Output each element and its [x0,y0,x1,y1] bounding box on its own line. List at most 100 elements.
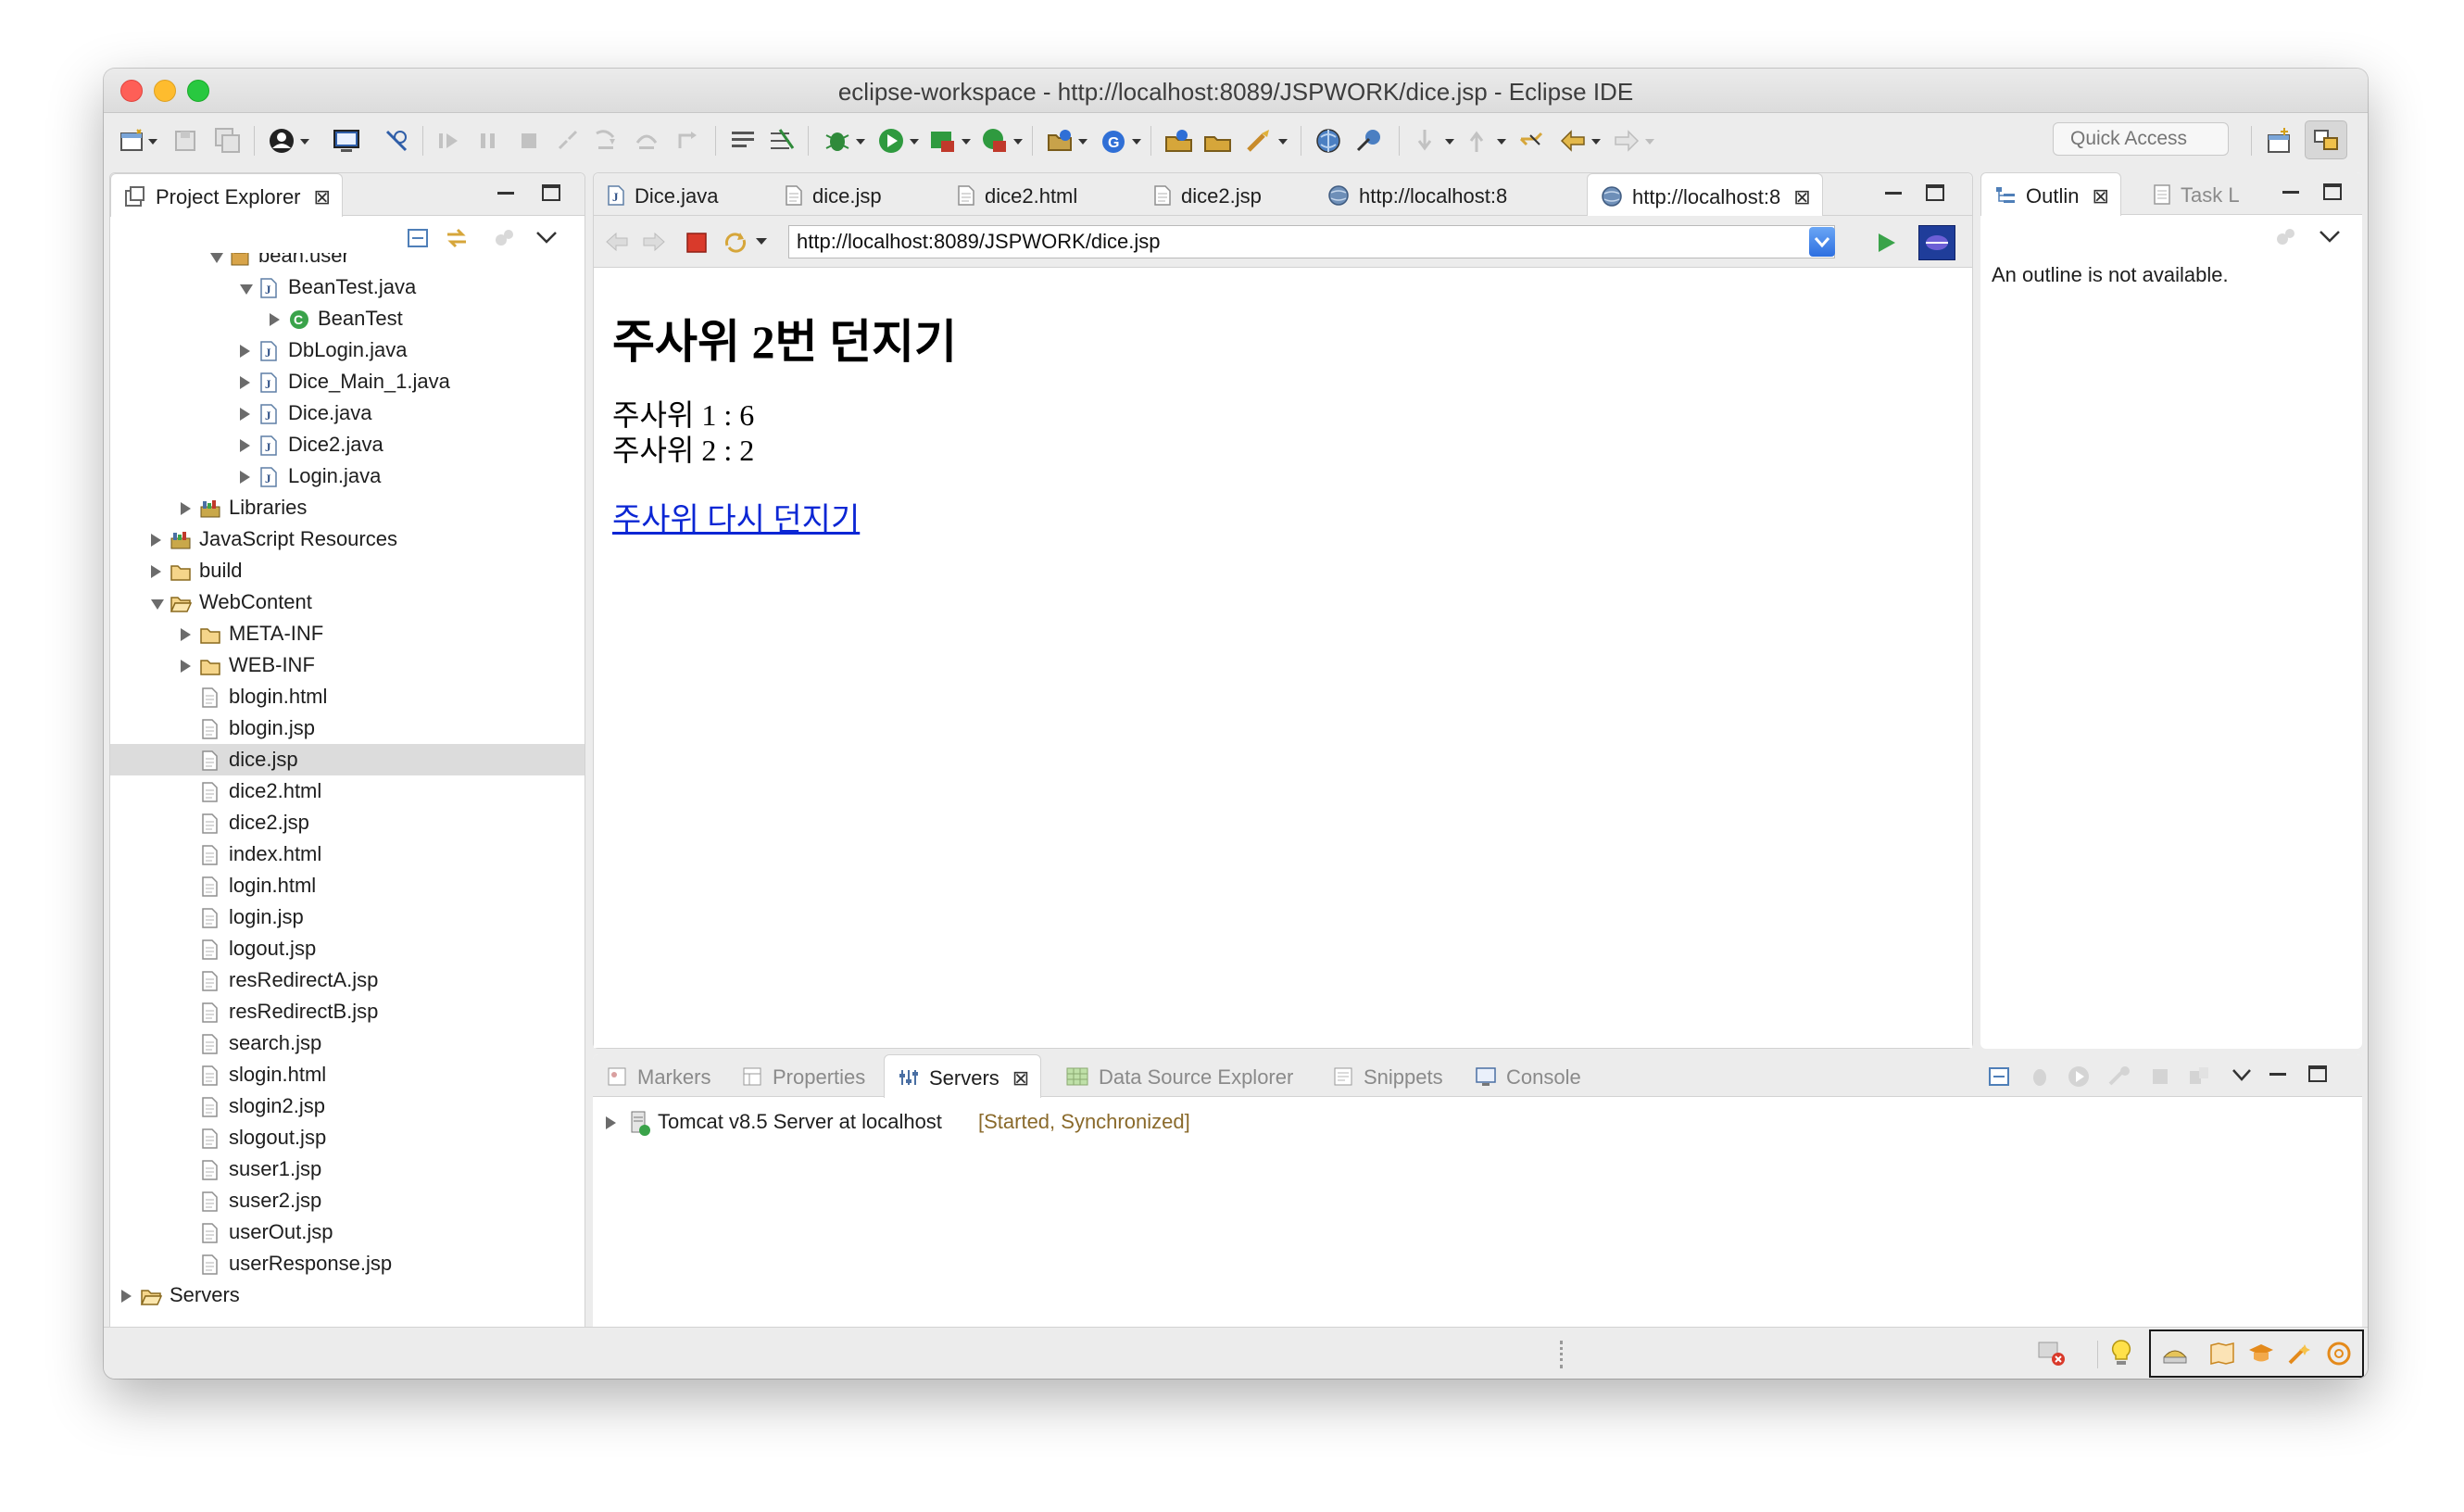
tree-item[interactable]: search.jsp [110,1027,585,1059]
url-history-dropdown[interactable] [1809,227,1835,257]
start-server-icon[interactable] [2066,1064,2092,1090]
tab-properties[interactable]: Properties [728,1054,876,1097]
tree-item[interactable]: J BeanTest.java [110,271,585,303]
debug-icon[interactable] [823,126,867,156]
roll-again-link[interactable]: 주사위 다시 던지기 [612,494,860,539]
tree-item[interactable]: J Dice2.java [110,429,585,460]
tab-dice-java[interactable]: J Dice.java [594,173,729,216]
tree-item[interactable]: blogin.jsp [110,712,585,744]
collapse-all-icon[interactable] [1986,1064,2012,1090]
expand-twisty[interactable] [240,471,250,484]
suspend-icon[interactable] [474,126,502,156]
save-all-icon[interactable] [213,126,243,156]
tree-item[interactable]: dice2.html [110,775,585,807]
go-icon[interactable] [1872,229,1900,257]
last-edit-location-icon[interactable] [1517,126,1549,156]
tree-item[interactable]: logout.jsp [110,933,585,964]
quick-access-input[interactable] [2053,122,2229,156]
debug-server-icon[interactable] [2027,1064,2053,1090]
minimize-view-button[interactable] [2269,1073,2286,1076]
run-icon[interactable] [876,126,921,156]
expand-twisty[interactable] [606,1116,616,1129]
maximize-view-button[interactable] [542,184,560,201]
whats-new-icon[interactable] [2286,1341,2314,1367]
refresh-icon[interactable] [722,227,749,257]
stop-icon[interactable] [685,231,709,255]
maximize-view-button[interactable] [2308,1065,2327,1082]
expand-twisty[interactable] [270,313,280,326]
close-tab-icon[interactable]: ⊠ [1793,185,1810,209]
tree-item[interactable]: META-INF [110,618,585,649]
new-icon[interactable] [119,126,159,156]
skip-breakpoints-icon[interactable] [382,126,411,156]
close-tab-icon[interactable]: ⊠ [1012,1066,1029,1090]
new-java-project-icon[interactable] [1045,126,1089,156]
toggle-markers-icon[interactable] [767,126,797,156]
link-with-editor-icon[interactable] [442,223,471,253]
run-external-tools-icon[interactable] [980,126,1025,156]
url-input[interactable] [788,225,1835,258]
tab-dice2-jsp[interactable]: dice2.jsp [1140,173,1273,216]
restore-icon[interactable] [2160,1341,2194,1367]
expand-twisty[interactable] [151,565,161,578]
save-icon[interactable] [172,126,198,156]
open-perspective-icon[interactable] [1354,126,1389,156]
minimize-view-button[interactable] [2282,191,2299,194]
tree-item[interactable]: Servers [110,1279,585,1311]
open-task-icon[interactable] [1202,126,1234,156]
back-icon[interactable] [603,229,631,255]
help-icon[interactable] [2325,1341,2353,1367]
collapse-twisty[interactable] [210,253,223,263]
expand-twisty[interactable] [181,660,191,673]
open-perspective-button-icon[interactable] [2264,126,2295,156]
collapse-all-icon[interactable] [405,225,431,251]
next-annotation-icon[interactable] [1412,126,1456,156]
resume-icon[interactable] [435,126,463,156]
terminal-icon[interactable] [332,126,361,156]
forward-icon[interactable] [640,229,668,255]
tree-item[interactable]: JavaScript Resources [110,523,585,555]
profile-server-icon[interactable] [2106,1064,2132,1090]
tree-item[interactable]: bean.user [110,253,585,271]
tab-task-list[interactable]: Task L [2140,172,2251,215]
tab-localhost-2[interactable]: http://localhost:8 ⊠ [1587,173,1823,217]
step-return-icon[interactable] [673,126,702,156]
tree-item[interactable]: Libraries [110,492,585,523]
tab-project-explorer[interactable]: Project Explorer ⊠ [110,173,343,217]
tree-item[interactable]: J Login.java [110,460,585,492]
tab-localhost-1[interactable]: http://localhost:8 [1314,173,1518,216]
expand-twisty[interactable] [181,502,191,515]
tree-item[interactable]: J DbLogin.java [110,334,585,366]
expand-twisty[interactable] [151,534,161,547]
tab-dice2-html[interactable]: dice2.html [944,173,1088,216]
lightbulb-icon[interactable] [2108,1337,2134,1368]
tree-item[interactable]: J Dice.java [110,397,585,429]
maximize-view-button[interactable] [1926,184,1944,201]
step-into-icon[interactable] [591,126,621,156]
disconnect-icon[interactable] [554,126,582,156]
expand-twisty[interactable] [240,408,250,421]
tree-item[interactable]: dice2.jsp [110,807,585,838]
tree-item[interactable]: dice.jsp [110,744,585,775]
tab-servers[interactable]: Servers ⊠ [884,1054,1042,1098]
terminate-icon[interactable] [515,126,543,156]
filters-icon[interactable] [2273,224,2299,250]
tree-item[interactable]: slogin.html [110,1059,585,1090]
expand-twisty[interactable] [121,1290,132,1303]
tree-item[interactable]: C BeanTest [110,303,585,334]
tree-item[interactable]: userResponse.jsp [110,1248,585,1279]
tab-outline[interactable]: Outlin ⊠ [1980,172,2121,216]
stop-server-icon[interactable] [2147,1064,2173,1090]
chevron-down-icon[interactable] [755,236,768,247]
expand-twisty[interactable] [240,376,250,389]
tree-item[interactable]: WebContent [110,586,585,618]
publish-server-icon[interactable] [2186,1064,2212,1090]
tree-item[interactable]: slogout.jsp [110,1122,585,1153]
overview-icon[interactable] [2208,1341,2236,1367]
tab-snippets[interactable]: Snippets [1319,1054,1454,1097]
expand-twisty[interactable] [240,345,250,358]
new-java-class-icon[interactable]: G [1099,126,1143,156]
maximize-view-button[interactable] [2323,183,2342,200]
collapse-twisty[interactable] [151,599,164,610]
close-tab-icon[interactable]: ⊠ [314,185,331,209]
